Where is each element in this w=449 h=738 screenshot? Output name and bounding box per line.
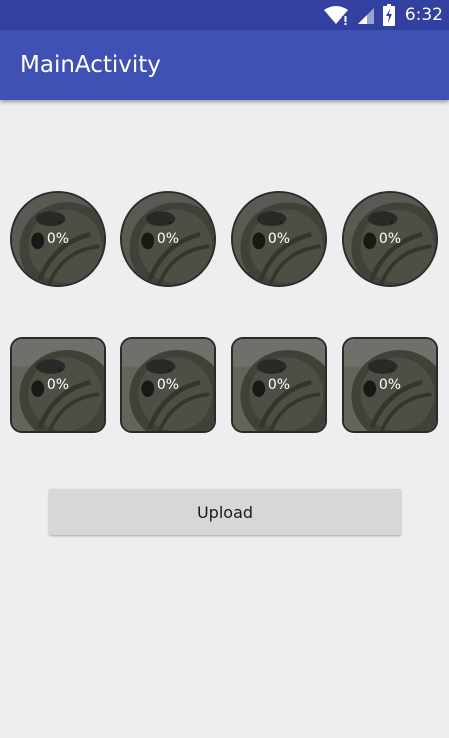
circle-thumbnail-2[interactable]: 0% — [120, 191, 216, 287]
circle-thumbnail-1[interactable]: 0% — [10, 191, 106, 287]
progress-label: 0% — [46, 377, 70, 393]
app-bar: MainActivity — [0, 30, 449, 100]
status-icons: 6:32 — [323, 0, 443, 30]
status-time: 6:32 — [404, 5, 443, 25]
rounded-thumbnail-1[interactable]: 0% — [10, 337, 106, 433]
battery-charging-icon — [382, 4, 395, 26]
rounded-thumbnail-4[interactable]: 0% — [342, 337, 438, 433]
progress-label: 0% — [156, 231, 180, 247]
app-title: MainActivity — [20, 52, 161, 78]
rounded-thumbnail-3[interactable]: 0% — [231, 337, 327, 433]
progress-label: 0% — [156, 377, 180, 393]
progress-label: 0% — [46, 231, 70, 247]
progress-label: 0% — [267, 377, 291, 393]
rounded-thumbnail-2[interactable]: 0% — [120, 337, 216, 433]
status-bar: 6:32 — [0, 0, 449, 30]
progress-label: 0% — [378, 231, 402, 247]
signal-icon — [357, 8, 374, 24]
upload-button[interactable]: Upload — [49, 489, 401, 535]
progress-label: 0% — [267, 231, 291, 247]
circle-thumbnail-3[interactable]: 0% — [231, 191, 327, 287]
progress-label: 0% — [378, 377, 402, 393]
circle-thumbnail-4[interactable]: 0% — [342, 191, 438, 287]
wifi-icon — [323, 6, 348, 25]
